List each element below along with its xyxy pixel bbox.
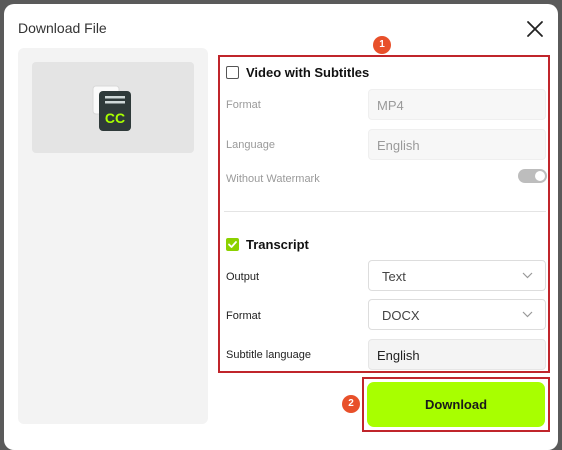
- svg-text:CC: CC: [105, 110, 125, 126]
- output-label: Output: [226, 271, 260, 283]
- watermark-label: Without Watermark: [226, 173, 320, 185]
- download-highlight-frame: Download: [362, 377, 550, 432]
- step-badge-1: 1: [373, 36, 391, 54]
- section-divider: [224, 211, 546, 212]
- subtitle-file-icon: CC: [92, 85, 131, 131]
- download-button[interactable]: Download: [367, 382, 545, 427]
- watermark-toggle[interactable]: [518, 169, 547, 183]
- file-thumbnail: CC: [32, 62, 194, 153]
- transcript-format-value: DOCX: [382, 308, 420, 323]
- output-value: Text: [382, 269, 406, 284]
- preview-panel: CC: [18, 48, 208, 424]
- video-language-label: Language: [226, 139, 275, 151]
- output-select[interactable]: Text: [368, 260, 546, 291]
- video-language-field: English: [368, 129, 546, 160]
- chevron-down-icon: [522, 272, 533, 279]
- transcript-format-label: Format: [226, 310, 261, 322]
- transcript-format-select[interactable]: DOCX: [368, 299, 546, 330]
- video-with-subtitles-checkbox[interactable]: [226, 66, 239, 79]
- transcript-section-title: Transcript: [246, 237, 309, 252]
- dialog-title: Download File: [18, 20, 107, 36]
- subtitle-language-label: Subtitle language: [226, 349, 312, 361]
- close-icon[interactable]: [524, 18, 546, 40]
- download-dialog: Download File CC Video with Subtitles Fo…: [4, 4, 558, 450]
- subtitle-language-field[interactable]: English: [368, 339, 546, 370]
- options-highlight-frame: Video with Subtitles Format MP4 Language…: [218, 55, 550, 373]
- video-format-field: MP4: [368, 89, 546, 120]
- transcript-checkbox[interactable]: [226, 238, 239, 251]
- video-section-title: Video with Subtitles: [246, 65, 370, 80]
- chevron-down-icon: [522, 311, 533, 318]
- step-badge-2: 2: [342, 395, 360, 413]
- video-format-label: Format: [226, 99, 261, 111]
